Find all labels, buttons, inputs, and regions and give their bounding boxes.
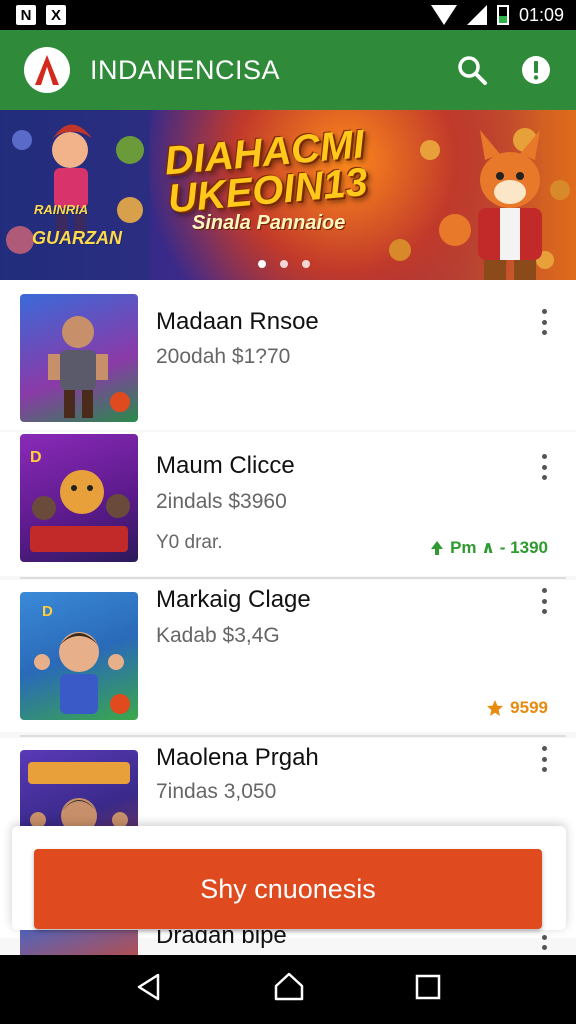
more-options-icon[interactable] [540,454,548,480]
app-title: INDANENCISA [90,54,281,85]
star-icon [487,700,504,716]
status-right: 01:09 [430,4,564,26]
item-price: 20odah $1?70 [156,345,291,368]
more-options-icon[interactable] [540,309,548,335]
item-title: Markaig Clage [156,586,311,613]
promo-banner[interactable]: DIAHACMI UKEOIN13 Sinala Pannaioe RAINRI… [0,110,576,280]
list-item[interactable]: D Maum Clicce 2indals $3960 Y0 drar. Pm … [0,432,576,576]
item-rating-text: 9599 [510,698,548,717]
list-item[interactable]: Madaan Rnsoe 20odah $1?70 [0,280,576,430]
logo-icon[interactable] [24,47,70,93]
signal-icon [466,5,487,25]
item-title: Maum Clicce [156,452,295,479]
home-icon[interactable] [273,971,305,1008]
item-price: Kadab $3,4G [156,624,280,647]
banner-left-caption: RAINRIA [34,202,89,217]
svg-text:D: D [42,603,53,620]
item-price: 7indas 3,050 [156,780,277,803]
recents-icon[interactable] [414,973,442,1006]
divider [20,577,566,579]
navigation-bar [0,955,576,1024]
game-thumbnail: D [20,592,138,720]
item-title: Madaan Rnsoe [156,308,319,335]
item-title: Maolena Prgah [156,744,319,771]
app-bar: INDANENCISA [0,30,576,110]
status-bar: N X 01:09 [0,0,576,30]
game-thumbnail: D [20,434,138,562]
battery-icon [496,5,509,25]
more-options-icon[interactable] [540,746,548,772]
svg-text:D: D [30,449,42,466]
divider [20,735,566,737]
banner-left-caption-2: GUARZAN [32,228,122,248]
alert-icon[interactable] [516,50,556,90]
banner-pager[interactable] [258,260,310,268]
banner-subtitle: Sinala Pannaioe [192,212,346,234]
item-price: 2indals $3960 [156,490,287,513]
item-rating: Pm ∧ - 1390 [430,538,548,558]
game-thumbnail [20,294,138,422]
notification-icon: X [46,5,66,25]
notification-icon: N [16,5,36,25]
cta-button[interactable]: Shy cnuonesis [34,849,542,929]
item-extra: Y0 drar. [156,532,223,553]
pager-dot[interactable] [280,260,288,268]
more-options-icon[interactable] [540,588,548,614]
item-rating: 9599 [486,698,548,718]
back-icon[interactable] [134,972,164,1007]
arrow-up-icon [431,541,444,555]
status-left-icons: N X [16,5,66,25]
pager-dot[interactable] [258,260,266,268]
search-icon[interactable] [452,50,492,90]
clock: 01:09 [518,4,564,25]
wifi-icon [430,5,457,25]
item-rating-text: Pm ∧ - 1390 [450,538,548,557]
pager-dot[interactable] [302,260,310,268]
list-item[interactable]: D Markaig Clage Kadab $3,4G 9599 [0,580,576,732]
